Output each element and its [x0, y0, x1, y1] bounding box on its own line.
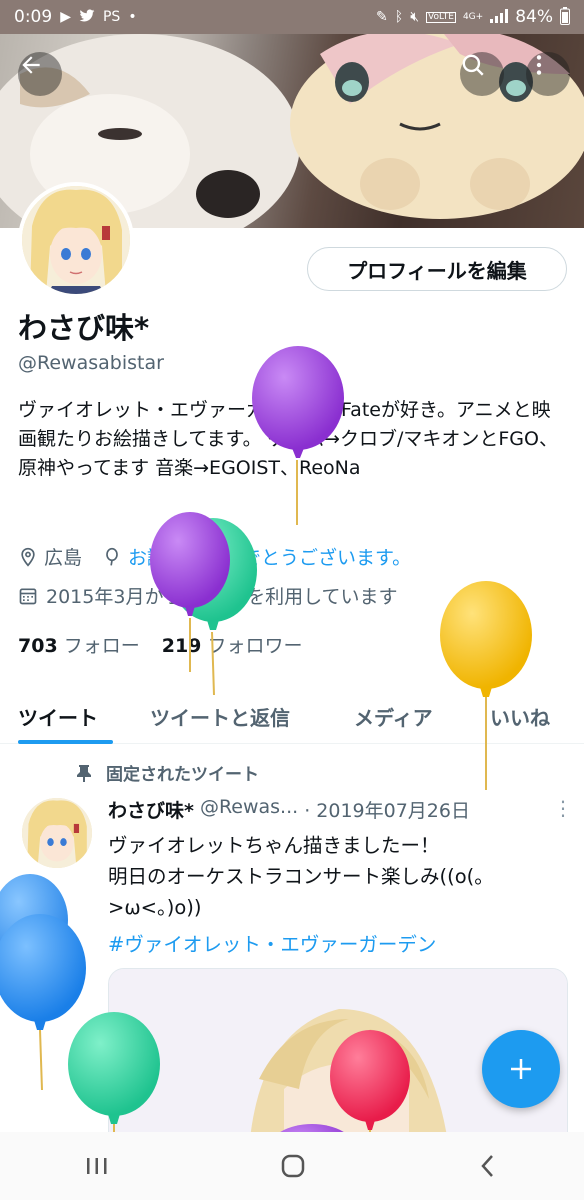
- volte-label: VoLTE: [426, 11, 456, 23]
- profile-bio: ヴァイオレット・エヴァーガーデンとFateが好き。アニメと映画観たりお絵描きして…: [18, 399, 558, 479]
- youtube-icon: ▶: [60, 9, 71, 25]
- plus-icon: [511, 1059, 531, 1079]
- active-tab-indicator: [18, 740, 113, 744]
- pin-icon: [77, 764, 91, 782]
- compose-tweet-button[interactable]: [482, 1030, 560, 1108]
- location-pin-icon: [21, 547, 35, 567]
- calendar-icon: [19, 588, 37, 604]
- notification-dot-icon: •: [128, 9, 137, 25]
- joined-text: 2015年3月からTwitterを利用しています: [46, 586, 398, 608]
- home-icon[interactable]: [279, 1152, 307, 1180]
- follow-stats: 703 フォロー 219 フォロワー: [18, 631, 302, 658]
- system-navigation-bar: [0, 1132, 584, 1200]
- recent-apps-icon[interactable]: [84, 1154, 110, 1178]
- back-nav-icon[interactable]: [476, 1152, 500, 1180]
- status-bar: 0:09 ▶ PS • ✎ ᛒ 🔇︎ VoLTE 4G+ 84%: [0, 0, 584, 34]
- back-button[interactable]: [18, 52, 62, 96]
- battery-icon: [560, 6, 570, 28]
- tweet-text-line: ヴァイオレットちゃん描きましたー！: [108, 834, 440, 857]
- followers-link[interactable]: 219 フォロワー: [162, 631, 303, 658]
- tweet-author-name[interactable]: わさび味*: [108, 796, 194, 823]
- following-count: 703: [18, 635, 58, 657]
- tweet-avatar[interactable]: [22, 798, 92, 868]
- balloon-icon: [106, 547, 118, 565]
- pinned-label: 固定されたツイート: [106, 765, 259, 785]
- status-time: 0:09: [14, 7, 53, 27]
- balloon-yellow: [440, 581, 532, 790]
- edit-profile-button[interactable]: プロフィールを編集: [307, 247, 567, 291]
- tweet-author-handle[interactable]: @Rewas...: [200, 796, 298, 823]
- profile-avatar[interactable]: [18, 182, 134, 298]
- following-link[interactable]: 703 フォロー: [18, 631, 140, 658]
- tweet-header: わさび味* @Rewas... · 2019年07月26日: [108, 796, 470, 823]
- followers-label: フォロワー: [207, 635, 303, 657]
- battery-level: 84%: [515, 7, 553, 27]
- tweet-text: ヴァイオレットちゃん描きましたー！ 明日のオーケストラコンサート楽しみ((o(。…: [108, 830, 568, 923]
- search-icon: [462, 54, 484, 76]
- tweet-hashtag[interactable]: #ヴァイオレット・エヴァーガーデン: [108, 928, 436, 957]
- display-name: わさび味*: [18, 311, 150, 345]
- tweet-text-line: 明日のオーケストラコンサート楽しみ((o(。>ω<。)o)): [108, 865, 494, 919]
- balloon-blue: [0, 874, 86, 1091]
- more-vertical-icon: [536, 55, 542, 75]
- tweet-more-icon[interactable]: ⋮: [553, 796, 573, 820]
- tab-likes[interactable]: いいね: [490, 694, 550, 731]
- tab-tweets[interactable]: ツイート: [18, 694, 98, 731]
- playstation-icon: PS: [102, 9, 121, 25]
- pinned-label-row: 固定されたツイート: [76, 760, 259, 785]
- more-options-button[interactable]: [526, 52, 570, 96]
- profile-tabs: ツイート ツイートと返信 メディア いいね: [0, 688, 584, 744]
- bluetooth-icon: ᛒ: [394, 9, 404, 25]
- mute-icon: 🔇︎: [410, 9, 420, 25]
- pen-icon: ✎: [376, 9, 388, 25]
- profile-meta-row: 広島 お誕生日おめでとうございます。: [18, 543, 411, 570]
- joined-row: 2015年3月からTwitterを利用しています: [18, 582, 398, 609]
- followers-count: 219: [161, 635, 202, 657]
- birthday-link[interactable]: お誕生日おめでとうございます。: [128, 543, 411, 570]
- search-button[interactable]: [460, 52, 504, 96]
- twitter-bird-icon: [79, 9, 95, 26]
- user-handle: @Rewasabistar: [18, 352, 164, 374]
- tab-media[interactable]: メディア: [354, 694, 433, 731]
- back-arrow-icon: [22, 56, 40, 74]
- signal-icon: [490, 8, 509, 26]
- network-label: 4G+: [462, 11, 484, 22]
- location-text: 広島: [44, 547, 83, 569]
- tweet-date[interactable]: · 2019年07月26日: [304, 796, 470, 823]
- following-label: フォロー: [63, 635, 140, 657]
- tab-tweets-replies[interactable]: ツイートと返信: [150, 694, 290, 731]
